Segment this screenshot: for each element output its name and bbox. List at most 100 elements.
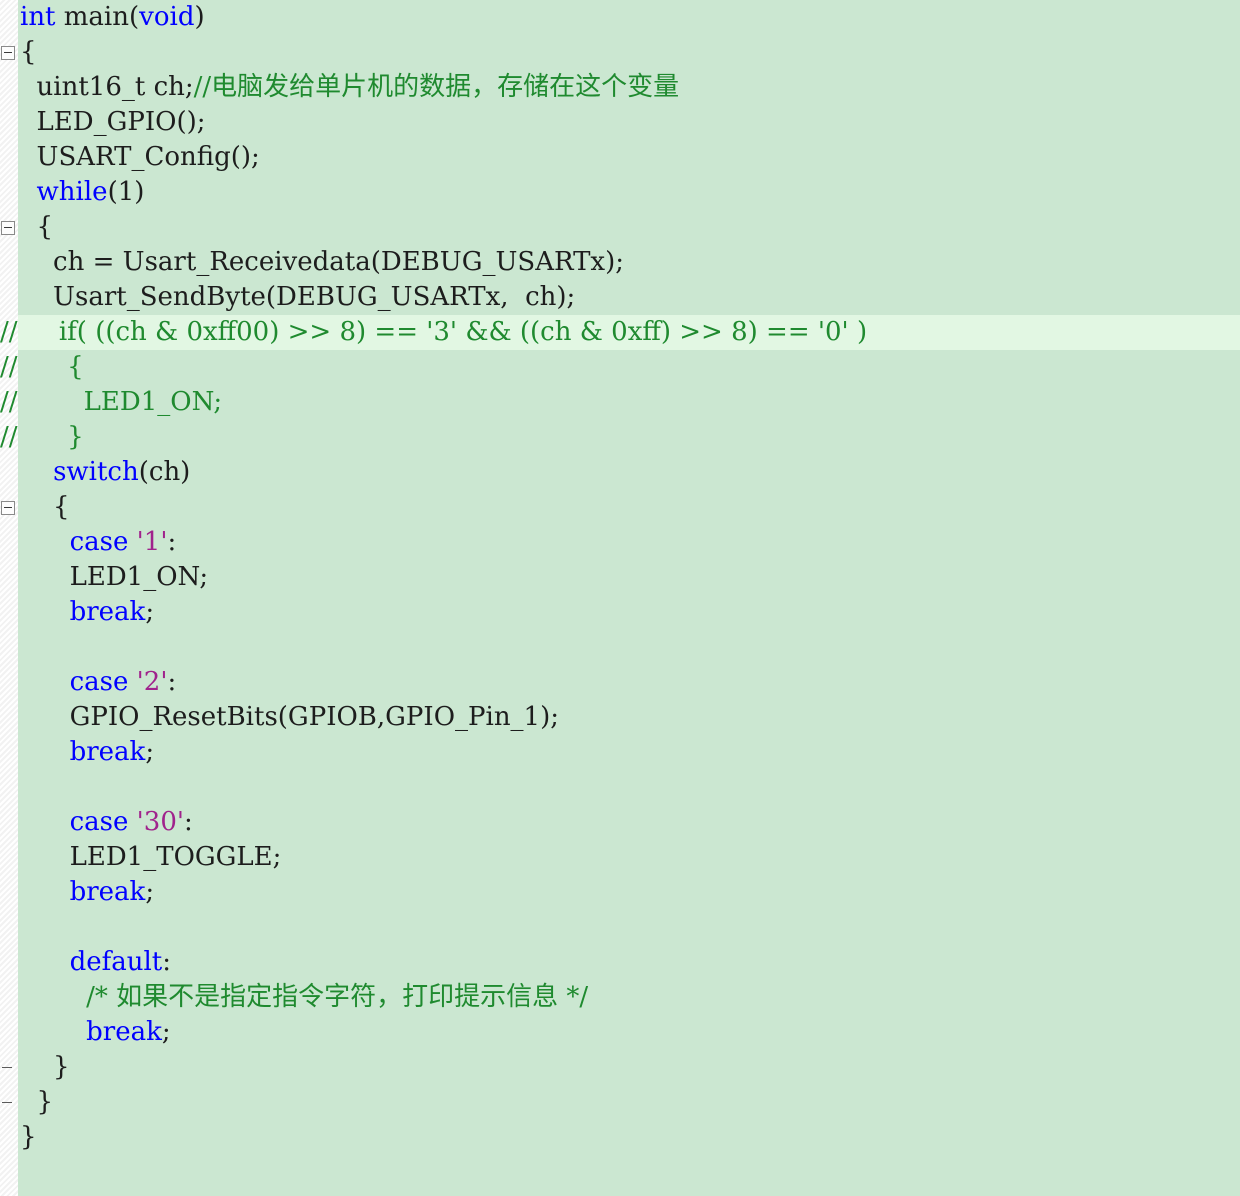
fold-collapse-icon[interactable] [1,46,15,60]
code-line[interactable]: Usart_SendByte(DEBUG_USARTx, ch); [0,280,575,315]
code-line[interactable]: } [0,1120,37,1155]
code-line[interactable]: LED_GPIO(); [0,105,206,140]
code-token-plain: LED1_ON; [20,562,209,592]
code-token-plain: LED_GPIO(); [20,107,206,137]
code-token-kw: int [20,2,56,32]
code-surface[interactable] [18,0,1240,1196]
code-token-plain: } [20,1087,54,1117]
code-token-kw: break [69,737,146,767]
code-token-cmt: // } [0,422,84,452]
code-token-chr: '30' [136,807,185,837]
code-line[interactable]: LED1_TOGGLE; [0,840,282,875]
code-line[interactable]: // LED1_ON; [0,385,222,420]
code-line[interactable] [0,630,20,665]
code-token-chr: '1' [136,527,168,557]
code-token-cmt: /* 如果不是指定指令字符，打印提示信息 */ [86,982,589,1012]
code-token-plain: } [20,1052,70,1082]
code-token-plain: uint16_t ch; [20,72,194,102]
code-token-kw: case [69,667,129,697]
code-token-kw: while [36,177,108,207]
code-line[interactable] [0,770,20,805]
code-token-plain: GPIO_ResetBits(GPIOB,GPIO_Pin_1); [20,702,560,732]
code-token-plain: main [63,2,129,32]
code-token-plain: ; [145,597,155,627]
code-token-plain: ch = Usart_Receivedata(DEBUG_USARTx); [20,247,624,277]
code-token-kw: case [69,527,129,557]
code-token-num: 1 [117,177,135,207]
code-token-plain: ; [145,737,155,767]
code-token-cmt: // if( ((ch & 0xff00) >> 8) == '3' && ((… [0,317,868,347]
code-token-kw: case [69,807,129,837]
code-line[interactable]: break; [0,1015,171,1050]
code-token-plain: : [162,947,172,977]
code-line[interactable]: while(1) [0,175,145,210]
code-line[interactable]: LED1_ON; [0,560,209,595]
code-line[interactable] [0,910,20,945]
code-line[interactable]: GPIO_ResetBits(GPIOB,GPIO_Pin_1); [0,700,559,735]
code-token-kw: break [69,877,146,907]
code-line[interactable]: case '1': [0,525,177,560]
code-token-cmt: // { [0,352,84,382]
code-line[interactable]: break; [0,735,154,770]
code-line[interactable]: // if( ((ch & 0xff00) >> 8) == '3' && ((… [0,315,867,350]
code-token-plain: ( [107,177,118,207]
code-token-kw: break [69,597,146,627]
code-token-chr: '2' [136,667,168,697]
code-line[interactable]: USART_Config(); [0,140,260,175]
code-token-plain: ; [145,877,155,907]
code-token-plain: ) [194,2,205,32]
code-token-kw: default [69,947,163,977]
code-line[interactable]: ch = Usart_Receivedata(DEBUG_USARTx); [0,245,624,280]
fold-collapse-icon[interactable] [1,221,15,235]
code-token-plain: { [20,37,37,67]
code-token-plain: ( [129,2,140,32]
code-line[interactable]: switch(ch) [0,455,190,490]
code-token-plain: (ch) [138,457,191,487]
code-token-plain: LED1_TOGGLE; [20,842,282,872]
code-token-plain: : [184,807,193,837]
code-token-plain: ; [161,1017,171,1047]
fold-collapse-icon[interactable] [1,501,15,515]
fold-end-icon[interactable] [1,1096,15,1110]
code-token-plain: : [167,667,177,697]
fold-end-icon[interactable] [1,1061,15,1075]
code-token-cmt: // LED1_ON; [0,387,223,417]
code-token-kw: break [86,1017,162,1047]
code-line[interactable]: default: [0,945,171,980]
code-token-plain: { [20,212,54,242]
code-token-kw: switch [53,457,139,487]
code-token-plain: USART_Config(); [20,142,260,172]
code-token-kw: void [139,2,195,32]
code-token-plain: ) [134,177,145,207]
code-line[interactable]: // } [0,420,84,455]
code-editor[interactable]: int main(void){ uint16_t ch;//电脑发给单片机的数据… [0,0,1240,1196]
code-line[interactable]: break; [0,595,154,630]
code-token-plain: { [20,492,70,522]
code-line[interactable]: uint16_t ch;//电脑发给单片机的数据，存储在这个变量 [0,70,680,105]
code-token-plain: } [20,1122,37,1152]
code-token-cmt: //电脑发给单片机的数据，存储在这个变量 [193,72,680,102]
code-line[interactable]: break; [0,875,154,910]
code-line[interactable]: int main(void) [0,0,205,35]
code-token-plain: : [167,527,177,557]
code-line[interactable]: case '2': [0,665,177,700]
code-line[interactable]: /* 如果不是指定指令字符，打印提示信息 */ [0,980,588,1015]
code-token-plain: Usart_SendByte(DEBUG_USARTx, ch); [20,282,576,312]
code-line[interactable]: case '30': [0,805,193,840]
code-line[interactable]: // { [0,350,84,385]
